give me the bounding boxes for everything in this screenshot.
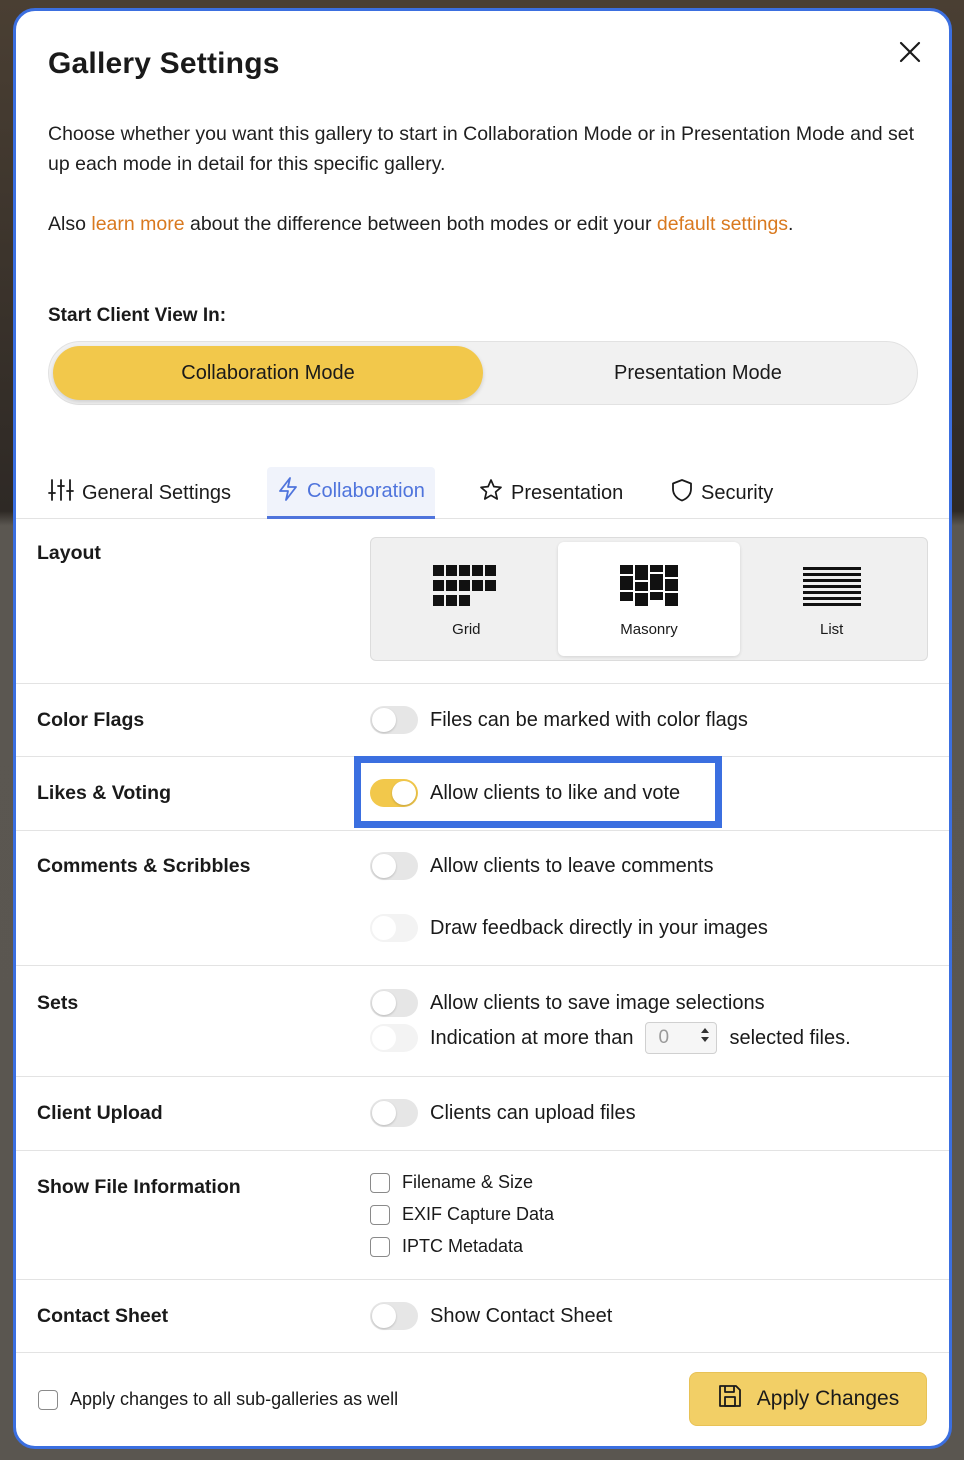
layout-label: Layout: [37, 542, 101, 564]
close-icon[interactable]: [897, 39, 923, 65]
gallery-settings-dialog: Gallery Settings Choose whether you want…: [13, 8, 952, 1449]
likes-voting-label: Likes & Voting: [37, 782, 171, 804]
masonry-icon: [620, 565, 678, 611]
file-info-exif-row: EXIF Capture Data: [370, 1204, 554, 1225]
tab-security[interactable]: Security: [661, 467, 783, 519]
layout-option-masonry[interactable]: Masonry: [557, 542, 741, 656]
dialog-description: Choose whether you want this gallery to …: [48, 123, 915, 175]
lightning-icon: [277, 476, 299, 507]
sets-selection-row: Allow clients to save image selections: [370, 989, 765, 1017]
indication-toggle[interactable]: [370, 1024, 418, 1052]
subgalleries-row: Apply changes to all sub-galleries as we…: [38, 1389, 398, 1410]
dialog-help-text: Also learn more about the difference bet…: [48, 213, 794, 235]
color-flags-toggle[interactable]: [370, 706, 418, 734]
iptc-checkbox[interactable]: [370, 1236, 390, 1257]
sets-section: Sets Allow clients to save image selecti…: [16, 966, 949, 1077]
tab-collaboration[interactable]: Collaboration: [267, 467, 435, 519]
contact-sheet-label: Contact Sheet: [37, 1305, 169, 1327]
star-icon: [479, 478, 503, 508]
tab-general-settings[interactable]: General Settings: [38, 467, 241, 519]
file-info-label: Show File Information: [37, 1176, 241, 1198]
color-flags-label: Color Flags: [37, 709, 145, 731]
default-settings-link[interactable]: default settings: [657, 213, 788, 235]
file-info-filename-row: Filename & Size: [370, 1172, 533, 1193]
grid-icon: [433, 565, 499, 611]
file-info-iptc-row: IPTC Metadata: [370, 1236, 523, 1257]
start-mode-toggle: Collaboration Mode Presentation Mode: [48, 341, 918, 405]
client-upload-row: Clients can upload files: [370, 1099, 636, 1127]
presentation-mode-button[interactable]: Presentation Mode: [483, 346, 913, 400]
learn-more-link[interactable]: learn more: [91, 213, 184, 235]
sliders-icon: [48, 478, 74, 508]
sets-indication-row: Indication at more than 0 selected files…: [370, 1022, 851, 1054]
exif-checkbox[interactable]: [370, 1204, 390, 1225]
apply-changes-button[interactable]: Apply Changes: [689, 1372, 927, 1426]
list-icon: [802, 567, 861, 611]
shield-icon: [671, 478, 693, 508]
scribbles-row: Draw feedback directly in your images: [370, 914, 768, 942]
highlight-box: [354, 756, 722, 828]
layout-option-list[interactable]: List: [740, 542, 923, 656]
tab-presentation[interactable]: Presentation: [469, 467, 633, 519]
contact-sheet-toggle[interactable]: [370, 1302, 418, 1330]
collaboration-mode-button[interactable]: Collaboration Mode: [53, 346, 483, 400]
comments-row: Allow clients to leave comments: [370, 852, 713, 880]
settings-tabs: General Settings Collaboration Presentat…: [16, 467, 949, 519]
indication-count-input[interactable]: 0: [645, 1022, 718, 1054]
layout-option-grid[interactable]: Grid: [375, 542, 558, 656]
layout-picker: Grid Masonry List: [370, 537, 928, 661]
client-upload-toggle[interactable]: [370, 1099, 418, 1127]
contact-sheet-row: Show Contact Sheet: [370, 1302, 612, 1330]
client-upload-label: Client Upload: [37, 1102, 163, 1124]
scribbles-toggle[interactable]: [370, 914, 418, 942]
sets-label: Sets: [37, 992, 79, 1014]
color-flags-row: Files can be marked with color flags: [370, 706, 748, 734]
filename-size-checkbox[interactable]: [370, 1172, 390, 1193]
subgalleries-checkbox[interactable]: [38, 1389, 58, 1410]
comments-label: Comments & Scribbles: [37, 855, 251, 877]
color-flags-section: Color Flags Files can be marked with col…: [16, 684, 949, 757]
contact-sheet-section: Contact Sheet Show Contact Sheet: [16, 1280, 949, 1353]
comments-section: Comments & Scribbles Allow clients to le…: [16, 831, 949, 966]
file-info-section: Show File Information Filename & Size EX…: [16, 1151, 949, 1280]
client-upload-section: Client Upload Clients can upload files: [16, 1077, 949, 1151]
save-icon: [717, 1383, 743, 1415]
comments-toggle[interactable]: [370, 852, 418, 880]
start-view-label: Start Client View In:: [48, 305, 227, 326]
stepper-arrows-icon[interactable]: [700, 1026, 710, 1050]
dialog-title: Gallery Settings: [48, 47, 280, 80]
sets-toggle[interactable]: [370, 989, 418, 1017]
